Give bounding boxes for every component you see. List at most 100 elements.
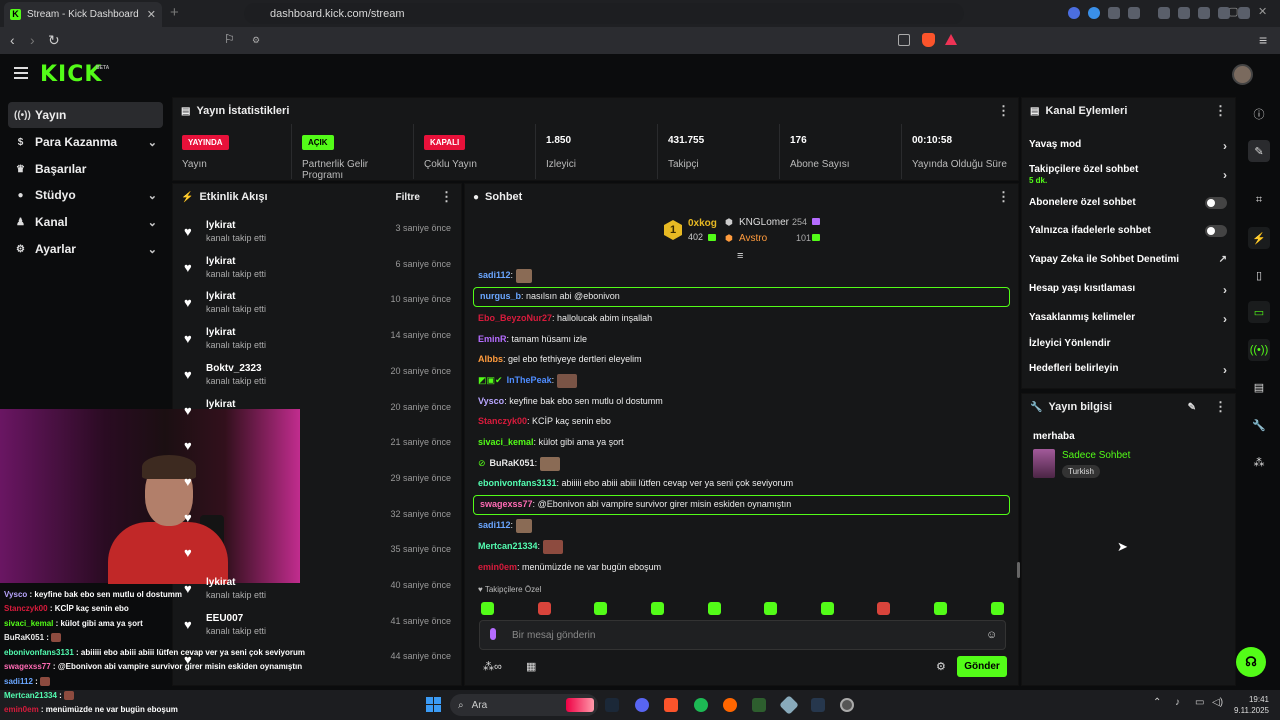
music-icon[interactable] (1158, 7, 1170, 19)
chat-settings-icon[interactable]: ⚙ (936, 660, 946, 673)
pencil-icon[interactable]: ✎ (1248, 140, 1270, 162)
reload-icon[interactable]: ↻ (48, 32, 60, 49)
filter-button[interactable]: Filtre (396, 192, 420, 203)
share-icon[interactable] (898, 34, 910, 46)
chat-bubble-icon[interactable]: ▭ (1248, 301, 1270, 323)
chevron-right-icon[interactable]: › (1223, 363, 1227, 377)
steam-alt-icon[interactable] (811, 698, 825, 712)
sidebar-item-1[interactable]: $ Para Kazanma ⌄ (8, 129, 163, 155)
activity-username[interactable]: lykirat (206, 577, 235, 588)
chat-username[interactable]: ebonivonfans3131 (478, 478, 557, 488)
activity-username[interactable]: lykirat (206, 327, 235, 338)
store-icon[interactable]: ▦ (526, 660, 536, 673)
leo-icon[interactable] (1218, 7, 1230, 19)
activity-username[interactable]: lykirat (206, 220, 235, 231)
chat-message[interactable]: swagexss77: @Ebonivon abi vampire surviv… (473, 495, 1010, 515)
external-link-icon[interactable]: ↗ (1219, 254, 1227, 265)
channel-action-4[interactable]: Yapay Zeka ile Sohbet Denetimi ↗ (1029, 254, 1227, 268)
leaderboard-expand-icon[interactable]: ≡ (737, 250, 743, 262)
wallet-icon[interactable] (1198, 7, 1210, 19)
shield-icon[interactable] (1238, 7, 1250, 19)
chevron-down-icon[interactable]: ⌄ (148, 189, 157, 202)
sidebar-item-4[interactable]: ♟ Kanal ⌄ (8, 209, 163, 235)
chat-message[interactable]: ◩▣✔ InThePeak: (478, 373, 577, 388)
close-window-icon[interactable]: ✕ (1258, 5, 1267, 18)
chevron-right-icon[interactable]: › (1223, 312, 1227, 326)
chevron-down-icon[interactable]: ⌄ (148, 136, 157, 149)
chat-scrollbar[interactable] (1017, 562, 1020, 578)
leader-second-name[interactable]: KNGLomer (739, 217, 789, 228)
extensions-puzzle-icon[interactable] (1108, 7, 1120, 19)
user-avatar[interactable] (1232, 64, 1253, 85)
activity-row[interactable]: ♥ Boktv_2323 kanalı takip etti 20 saniye ön… (176, 358, 459, 394)
obs-icon[interactable] (840, 698, 854, 712)
activity-row[interactable]: ♥ lykirat kanalı takip etti 6 saniye önce (176, 251, 459, 287)
stats-more-icon[interactable]: ⋮ (997, 103, 1010, 119)
activity-row[interactable]: ♥ lykirat kanalı takip etti 14 saniye önce (176, 322, 459, 358)
excel-icon[interactable] (752, 698, 766, 712)
activity-row[interactable]: ♥ lykirat kanalı takip etti 10 saniye önce (176, 286, 459, 322)
close-tab-icon[interactable]: ✕ (147, 8, 156, 21)
site-info-icon[interactable]: ⚙ (252, 35, 260, 46)
back-icon[interactable]: ‹ (10, 32, 15, 48)
monitor-tray-icon[interactable]: ▭ (1195, 697, 1204, 708)
chat-message[interactable]: Vysco: keyfine bak ebo sen mutlu ol dost… (478, 394, 663, 408)
edit-icon[interactable]: ✎ (1188, 402, 1196, 413)
broadcast-icon[interactable]: ((•)) (1248, 339, 1270, 361)
sidebar-item-5[interactable]: ⚙ Ayarlar ⌄ (8, 236, 163, 262)
chevron-right-icon[interactable]: › (1223, 139, 1227, 153)
emote-icon[interactable] (481, 602, 494, 615)
chat-message[interactable]: Stanczyk00: KCİP kaç senin ebo (478, 414, 611, 428)
chat-username[interactable]: Ebo_BeyzoNur27 (478, 313, 552, 323)
mic-tray-icon[interactable]: ♪ (1175, 697, 1180, 708)
chat-username[interactable]: Vysco (478, 396, 504, 406)
volume-tray-icon[interactable]: ◁) (1212, 697, 1223, 708)
chat-username[interactable]: sadi112 (478, 270, 511, 280)
channel-action-1[interactable]: Takipçilere özel sohbet 5 dk. › (1029, 164, 1227, 185)
chevron-down-icon[interactable]: ⌄ (148, 243, 157, 256)
chat-message[interactable]: emin0em: menümüzde ne var bugün eboşum (478, 560, 661, 574)
chat-username[interactable]: sivaci_kemal (478, 437, 534, 447)
emote-icon[interactable] (934, 602, 947, 615)
brave-rewards-icon[interactable] (945, 34, 957, 45)
wrench-icon[interactable]: 🔧 (1248, 414, 1270, 436)
activity-username[interactable]: lykirat (206, 399, 235, 410)
discord-icon[interactable] (635, 698, 649, 712)
channel-action-3[interactable]: Yalnızca ifadelerle sohbet (1029, 225, 1227, 239)
channel-action-8[interactable]: Hedefleri belirleyin › (1029, 363, 1227, 377)
taskbar-clock[interactable]: 19:41 9.11.2025 (1234, 694, 1269, 716)
spotify-icon[interactable] (694, 698, 708, 712)
tray-chevron-icon[interactable]: ⌃ (1153, 697, 1161, 708)
sidebar-toggle-icon[interactable] (1178, 7, 1190, 19)
activity-username[interactable]: lykirat (206, 256, 235, 267)
chat-message[interactable]: sivaci_kemal: külot gibi ama ya şort (478, 435, 624, 449)
layout-icon[interactable]: ▤ (1248, 376, 1270, 398)
chat-username[interactable]: Stanczyk00 (478, 416, 527, 426)
sidebar-item-0[interactable]: ((•)) Yayın (8, 102, 163, 128)
support-icon[interactable]: ☊ (1236, 647, 1266, 677)
emote-icon[interactable] (877, 602, 890, 615)
chat-username[interactable]: swagexss77 (480, 499, 533, 509)
extension-icon[interactable] (1088, 7, 1100, 19)
activity-row[interactable]: ♥ EEU007 kanalı takip etti 41 saniye önce (176, 608, 459, 644)
chat-message[interactable]: EminR: tamam hüsamı izle (478, 332, 587, 346)
leader-first-name[interactable]: 0xkog (688, 218, 717, 229)
chat-input[interactable]: Bir mesaj gönderin ☺ (479, 620, 1006, 650)
channel-actions-more-icon[interactable]: ⋮ (1214, 103, 1227, 119)
bookmark-icon[interactable]: ⚐ (224, 32, 235, 46)
chat-message[interactable]: ebonivonfans3131: abiiiii ebo abiii abii… (478, 476, 793, 490)
chevron-down-icon[interactable]: ⌄ (148, 216, 157, 229)
toggle-switch[interactable] (1205, 225, 1227, 237)
emote-icon[interactable] (821, 602, 834, 615)
vpn-extension-icon[interactable] (1068, 7, 1080, 19)
chat-username[interactable]: Albbs (478, 354, 503, 364)
stream-info-more-icon[interactable]: ⋮ (1214, 399, 1227, 415)
channel-action-7[interactable]: İzleyici Yönlendir (1029, 338, 1227, 352)
taskbar-search[interactable]: ⌕ Ara (450, 694, 598, 716)
chat-username[interactable]: InThePeak (507, 375, 552, 385)
chat-message[interactable]: sadi112: (478, 268, 532, 283)
activity-row[interactable]: ♥ lykirat kanalı takip etti 3 saniye önce (176, 215, 459, 251)
chat-message[interactable]: Ebo_BeyzoNur27: hallolucak abim inşallah (478, 311, 652, 325)
activity-username[interactable]: lykirat (206, 291, 235, 302)
app-icon[interactable] (723, 698, 737, 712)
